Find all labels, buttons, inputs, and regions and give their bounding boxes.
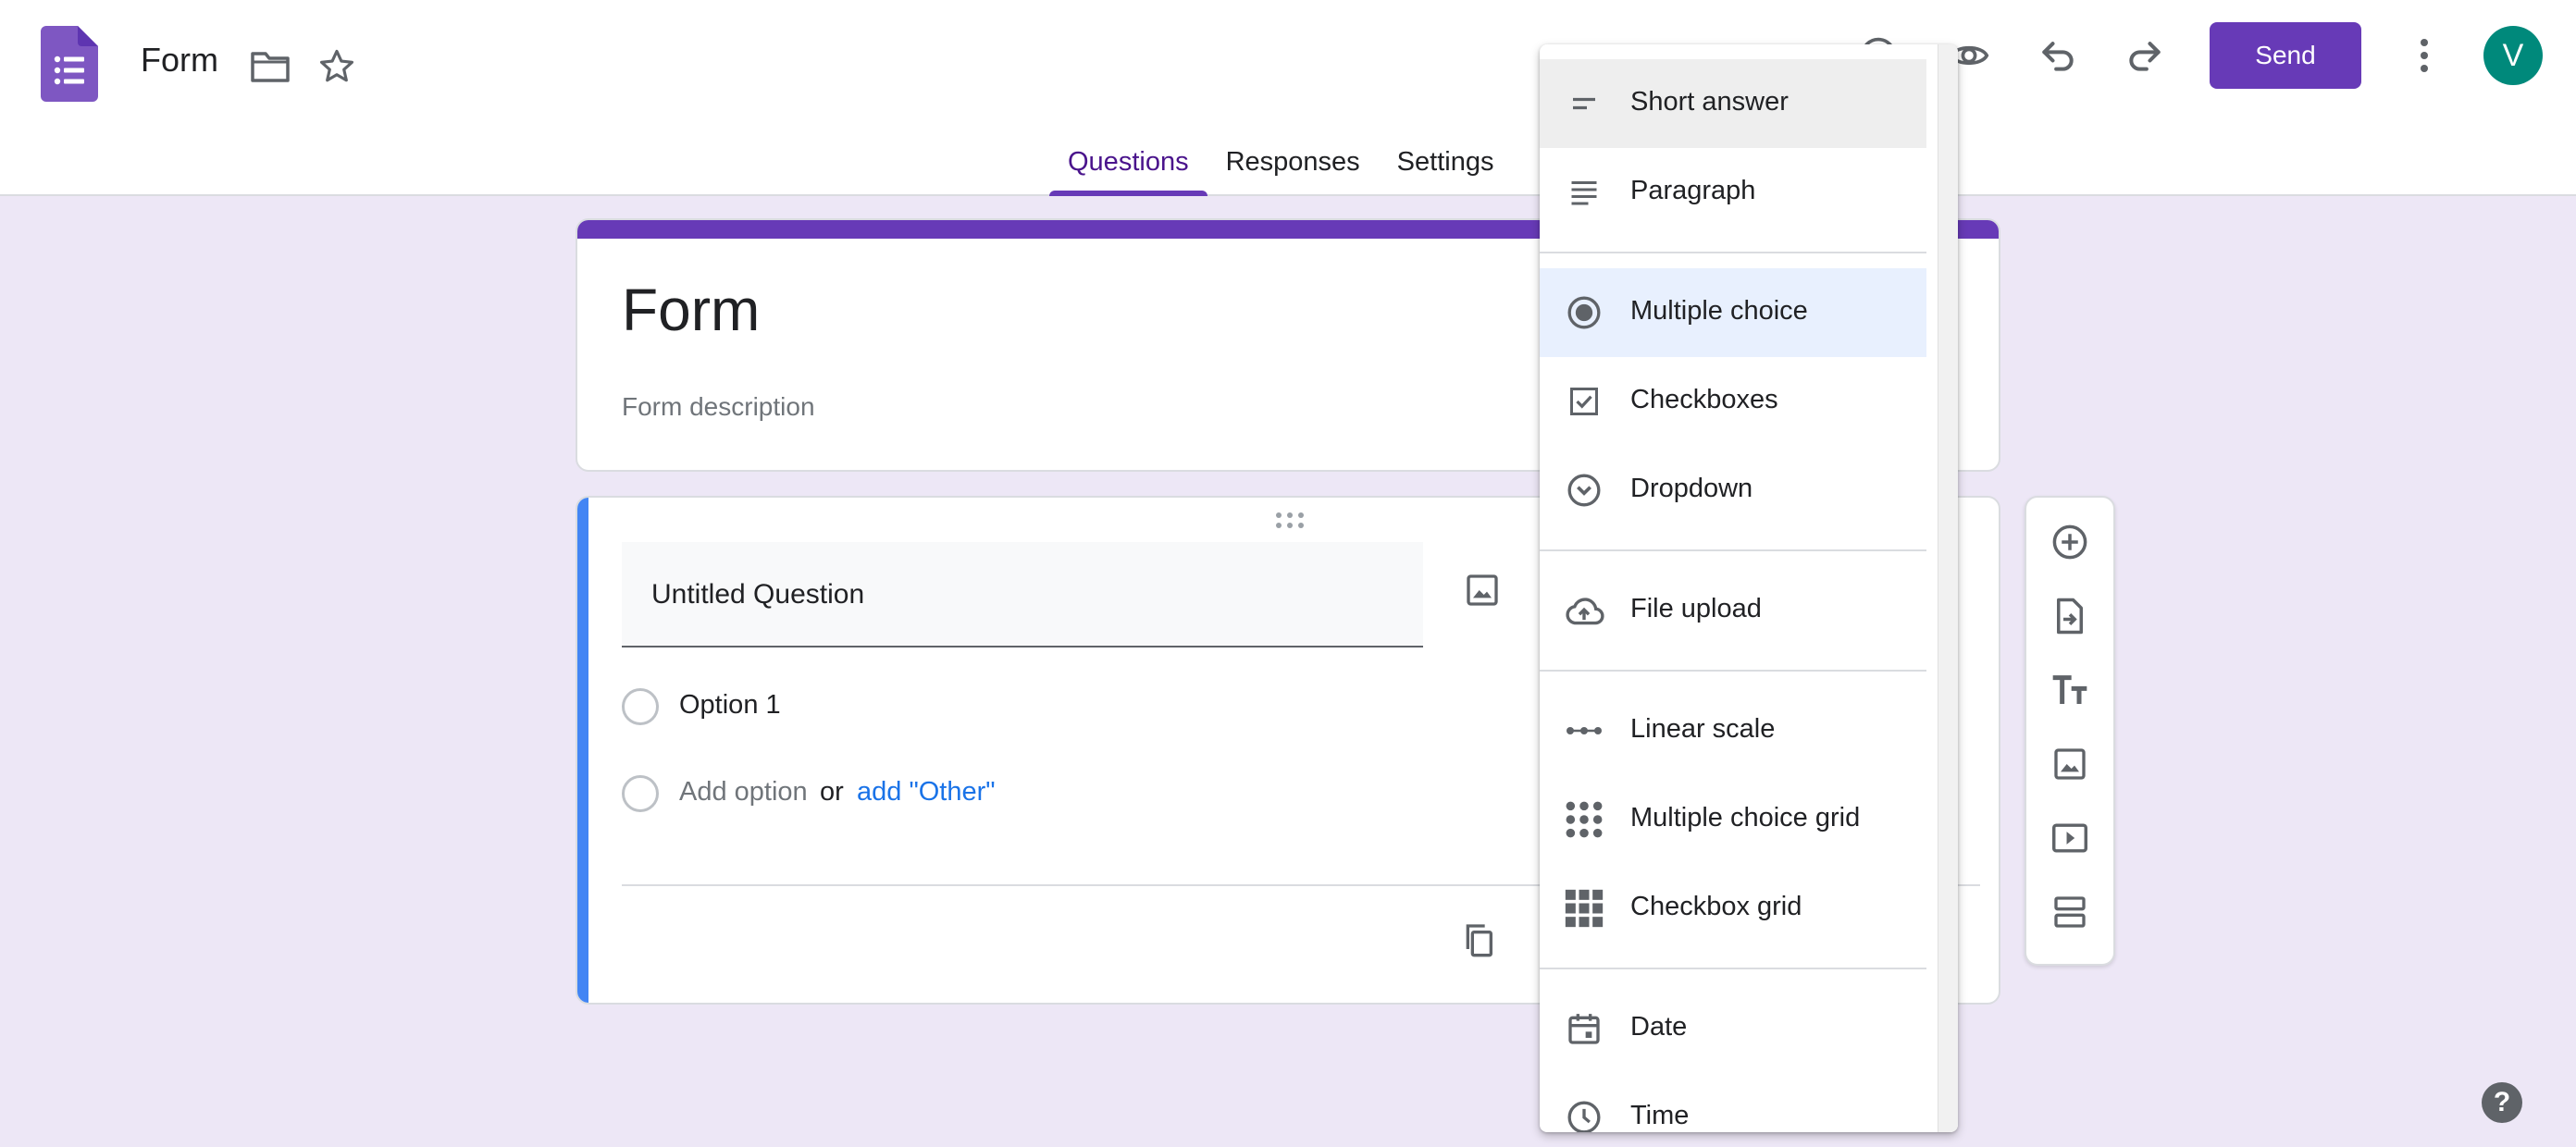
folder-icon[interactable]	[244, 41, 296, 92]
or-text: or	[820, 777, 844, 807]
checkbox-icon	[1562, 379, 1606, 424]
add-question-icon[interactable]	[2044, 516, 2096, 568]
active-question-bar	[577, 498, 588, 1003]
add-option-radio	[622, 775, 659, 812]
option-1-label[interactable]: Option 1	[679, 690, 781, 721]
question-title-input[interactable]: Untitled Question	[622, 542, 1423, 648]
menu-item-label: Linear scale	[1630, 714, 1776, 744]
clock-icon	[1562, 1095, 1606, 1132]
add-image-icon[interactable]	[2044, 738, 2096, 790]
menu-item-paragraph[interactable]: Paragraph	[1540, 148, 1926, 237]
paragraph-icon	[1562, 170, 1606, 215]
menu-item-dropdown[interactable]: Dropdown	[1540, 446, 1926, 535]
form-title[interactable]: Form	[622, 276, 760, 344]
menu-item-label: Dropdown	[1630, 474, 1753, 503]
menu-item-label: File upload	[1630, 594, 1762, 623]
more-vert-icon[interactable]	[2398, 30, 2450, 81]
tab-questions[interactable]: Questions	[1049, 137, 1208, 196]
app-header: Form Send V Questions Responses Settings	[0, 0, 2576, 196]
menu-item-checkboxes[interactable]: Checkboxes	[1540, 357, 1926, 446]
menu-item-time[interactable]: Time	[1540, 1073, 1926, 1132]
document-title[interactable]: Form	[141, 41, 218, 80]
menu-divider	[1540, 670, 1926, 672]
linear-scale-icon	[1562, 709, 1606, 753]
add-section-icon[interactable]	[2044, 886, 2096, 938]
menu-item-multiple-choice-grid[interactable]: Multiple choice grid	[1540, 775, 1926, 864]
dot-grid-icon	[1562, 797, 1606, 842]
menu-item-label: Checkboxes	[1630, 385, 1778, 414]
duplicate-icon[interactable]	[1453, 914, 1505, 966]
menu-item-short-answer[interactable]: Short answer	[1540, 59, 1926, 148]
add-other-link[interactable]: add "Other"	[857, 777, 996, 808]
add-video-icon[interactable]	[2044, 812, 2096, 864]
radio-button-icon	[1562, 290, 1606, 335]
import-questions-icon[interactable]	[2044, 590, 2096, 642]
option-radio	[622, 688, 659, 725]
menu-item-date[interactable]: Date	[1540, 984, 1926, 1073]
menu-divider	[1540, 549, 1926, 551]
redo-icon[interactable]	[2119, 30, 2171, 81]
menu-divider	[1540, 252, 1926, 253]
add-image-icon[interactable]	[1456, 564, 1508, 616]
menu-item-label: Multiple choice	[1630, 296, 1808, 326]
account-avatar[interactable]: V	[2483, 26, 2543, 85]
menu-item-label: Checkbox grid	[1630, 892, 1802, 921]
question-type-menu: Short answer Paragraph Multiple choice C…	[1540, 44, 1958, 1132]
menu-scrollbar[interactable]	[1938, 44, 1958, 1132]
undo-icon[interactable]	[2032, 30, 2084, 81]
menu-item-label: Paragraph	[1630, 176, 1756, 205]
star-icon[interactable]	[311, 41, 363, 92]
menu-item-checkbox-grid[interactable]: Checkbox grid	[1540, 864, 1926, 953]
dropdown-icon	[1562, 468, 1606, 512]
forms-logo-icon[interactable]	[41, 26, 98, 102]
add-option-link[interactable]: Add option	[679, 777, 808, 808]
menu-divider	[1540, 968, 1926, 969]
menu-item-file-upload[interactable]: File upload	[1540, 566, 1926, 655]
menu-item-linear-scale[interactable]: Linear scale	[1540, 686, 1926, 775]
cloud-upload-icon	[1562, 588, 1606, 633]
add-title-icon[interactable]	[2044, 664, 2096, 716]
floating-toolbar	[2025, 496, 2115, 966]
short-answer-icon	[1562, 81, 1606, 126]
send-button[interactable]: Send	[2210, 22, 2361, 89]
tab-settings[interactable]: Settings	[1379, 137, 1513, 196]
menu-item-label: Multiple choice grid	[1630, 803, 1861, 832]
menu-item-label: Short answer	[1630, 87, 1789, 117]
help-button[interactable]: ?	[2482, 1082, 2522, 1123]
menu-item-multiple-choice[interactable]: Multiple choice	[1540, 268, 1926, 357]
menu-item-label: Date	[1630, 1012, 1688, 1042]
calendar-icon	[1562, 1006, 1606, 1051]
tab-responses[interactable]: Responses	[1208, 137, 1379, 196]
form-description-field[interactable]: Form description	[622, 392, 815, 422]
menu-item-label: Time	[1630, 1101, 1690, 1130]
tab-bar: Questions Responses Settings	[1049, 137, 1512, 196]
drag-handle-icon[interactable]	[1273, 511, 1310, 531]
square-grid-icon	[1562, 886, 1606, 931]
